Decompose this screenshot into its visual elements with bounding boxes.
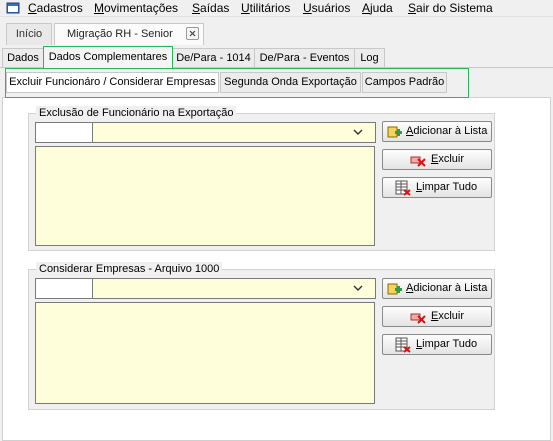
menu-cadastros[interactable]: Cadastros xyxy=(28,1,83,16)
chevron-down-icon[interactable] xyxy=(353,283,363,293)
doc-tab-inicio[interactable]: Início xyxy=(6,23,52,45)
company-combo[interactable] xyxy=(92,278,376,299)
group-title: Exclusão de Funcionário na Exportação xyxy=(36,106,237,120)
tab-excluir-funcionario[interactable]: Excluir Funcionáro / Considerar Empresas xyxy=(6,72,219,93)
tab-campos-padrao[interactable]: Campos Padrão xyxy=(362,72,447,93)
chevron-down-icon[interactable] xyxy=(353,127,363,137)
tab-dados[interactable]: Dados xyxy=(2,48,44,67)
add-list-icon xyxy=(387,283,402,295)
delete-button[interactable]: Excluir xyxy=(382,306,492,327)
tab-de-para-1014[interactable]: De/Para - 1014 xyxy=(172,48,255,67)
employee-list[interactable] xyxy=(35,146,375,246)
menu-movimentacoes[interactable]: Movimentações xyxy=(94,1,178,16)
add-list-icon xyxy=(387,126,402,138)
company-code-field[interactable] xyxy=(35,278,93,299)
menu-saidas[interactable]: Saídas xyxy=(192,1,229,16)
tab-dados-complementares[interactable]: Dados Complementares xyxy=(43,46,173,68)
main-content: Dados Dados Complementares De/Para - 101… xyxy=(0,46,553,441)
add-to-list-button[interactable]: Adicionar à Lista xyxy=(382,278,492,299)
document-tab-strip: Início Migração RH - Senior xyxy=(0,17,553,46)
close-tab-button[interactable] xyxy=(186,27,199,40)
clear-all-button[interactable]: Limpar Tudo xyxy=(382,177,492,198)
menu-bar: Cadastros Movimentações Saídas Utilitári… xyxy=(0,0,553,17)
employee-combo[interactable] xyxy=(92,122,376,143)
add-to-list-button[interactable]: Adicionar à Lista xyxy=(382,121,492,142)
tab-panel: Exclusão de Funcionário na Exportação Ad… xyxy=(2,97,551,441)
delete-button[interactable]: Excluir xyxy=(382,149,492,170)
close-icon xyxy=(189,30,196,37)
clear-table-icon xyxy=(395,180,411,196)
doc-tab-migracao-rh-senior[interactable]: Migração RH - Senior xyxy=(54,23,204,45)
employee-code-field[interactable] xyxy=(35,122,93,143)
menu-usuarios[interactable]: Usuários xyxy=(303,1,350,16)
app-window-icon[interactable] xyxy=(6,1,20,15)
doc-tab-label: Migração RH - Senior xyxy=(67,28,173,40)
tab-de-para-eventos[interactable]: De/Para - Eventos xyxy=(254,48,355,67)
delete-icon xyxy=(410,313,426,324)
group-title: Considerar Empresas - Arquivo 1000 xyxy=(36,262,223,276)
menu-utilitarios[interactable]: Utilitários xyxy=(241,1,290,16)
tab-segunda-onda-exportacao[interactable]: Segunda Onda Exportação xyxy=(220,72,361,93)
menu-sair-do-sistema[interactable]: Sair do Sistema xyxy=(408,1,493,16)
group-exclusao-funcionario: Exclusão de Funcionário na Exportação Ad… xyxy=(28,106,495,251)
clear-table-icon xyxy=(395,337,411,353)
group-considerar-empresas: Considerar Empresas - Arquivo 1000 Adici… xyxy=(28,262,495,410)
delete-icon xyxy=(410,156,426,167)
clear-all-button[interactable]: Limpar Tudo xyxy=(382,334,492,355)
company-list[interactable] xyxy=(35,302,375,404)
menu-ajuda[interactable]: Ajuda xyxy=(362,1,393,16)
doc-tab-label: Início xyxy=(15,28,43,40)
tab-log[interactable]: Log xyxy=(354,48,385,67)
